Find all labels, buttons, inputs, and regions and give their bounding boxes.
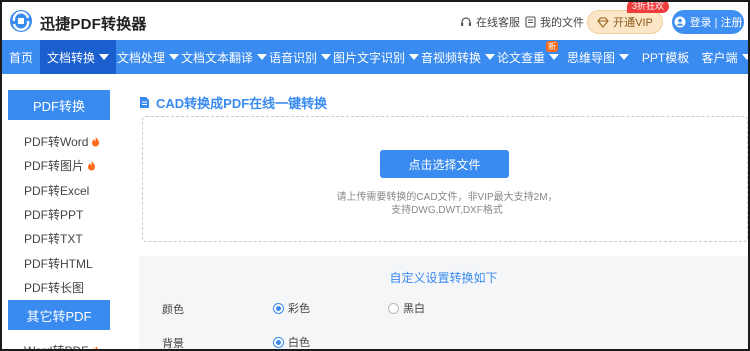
document-icon	[140, 97, 149, 108]
radio-dot[interactable]	[273, 302, 284, 314]
app-window: 迅捷PDF转换器 在线客服 我的文件 开通VIP 3折狂欢 登录 | 注册 首页…	[0, 0, 750, 351]
radio-label: 彩色	[288, 303, 310, 315]
sidebar-item-label: PDF转HTML	[24, 256, 93, 271]
settings-title: 自定义设置转换如下	[389, 271, 498, 285]
fire-icon	[88, 160, 96, 171]
sidebar-item-label: PDF转长图	[24, 280, 85, 295]
upload-dropzone[interactable]	[142, 116, 748, 242]
sidebar-item-2[interactable]: PDF转Excel	[24, 182, 89, 199]
nav-item-label: 论文查重	[497, 50, 546, 65]
nav-item-label: 文档转换	[47, 50, 96, 65]
nav-item-3[interactable]: 文档文本翻译	[180, 40, 268, 74]
nav-item-0[interactable]: 首页	[2, 40, 40, 74]
upload-note-line2: 支持DWG,DWT,DXF格式	[391, 205, 503, 216]
brand-name[interactable]: 迅捷PDF转换器	[40, 13, 147, 34]
sidebar-item-1[interactable]: PDF转图片	[24, 157, 96, 174]
caret-down-icon	[549, 54, 560, 60]
sidebar-item-label: PDF转Word	[24, 135, 89, 149]
sidebar-item-0[interactable]: Word转PDF	[24, 342, 100, 351]
caret-down-icon	[741, 54, 748, 60]
sidebar-section-to-pdf[interactable]: 其它转PDF	[8, 300, 110, 330]
sidebar-item-label: PDF转TXT	[24, 232, 83, 247]
login-register-label: 登录 | 注册	[689, 17, 743, 29]
radio-dot[interactable]	[388, 302, 399, 314]
sidebar-item-4[interactable]: PDF转TXT	[24, 230, 83, 247]
sidebar-item-3[interactable]: PDF转PPT	[24, 206, 83, 223]
radio-dot[interactable]	[273, 336, 284, 348]
main-nav: 首页 文档转换 文档处理 文档文本翻译 语音识别 图片文字识别 音视频转换 论文查重新思维导图…	[2, 40, 748, 74]
color-radio-bw[interactable]: 黑白	[388, 300, 425, 316]
nav-item-label: PPT模板	[641, 50, 690, 65]
nav-item-label: 音视频转换	[421, 50, 482, 65]
caret-down-icon	[409, 54, 420, 60]
headset-icon	[461, 17, 471, 26]
radio-label: 黑白	[403, 303, 425, 315]
background-radio-white[interactable]: 白色	[273, 334, 310, 349]
my-files-label: 我的文件	[540, 17, 584, 29]
nav-item-label: 文档处理	[117, 50, 166, 65]
nav-item-7[interactable]: 论文查重新	[496, 40, 560, 74]
nav-item-2[interactable]: 文档处理	[116, 40, 180, 74]
nav-item-label: 图片文字识别	[333, 50, 406, 65]
sidebar-item-label: PDF转图片	[24, 159, 85, 174]
fire-icon	[93, 345, 99, 349]
nav-item-label: 思维导图	[567, 50, 616, 65]
nav-item-6[interactable]: 音视频转换	[420, 40, 496, 74]
new-badge: 新	[546, 41, 559, 52]
caret-down-icon	[321, 54, 332, 60]
color-option-label: 颜色	[162, 304, 184, 316]
caret-down-icon	[257, 54, 268, 60]
sidebar-item-5[interactable]: PDF转HTML	[24, 255, 93, 272]
my-files-link[interactable]: 我的文件	[525, 14, 584, 30]
sidebar-item-6[interactable]: PDF转长图	[24, 279, 84, 296]
nav-item-label: 首页	[9, 50, 34, 65]
file-icon	[525, 16, 536, 28]
vip-label: 开通VIP	[613, 17, 653, 29]
nav-item-10[interactable]: 客户端	[695, 40, 748, 74]
nav-item-9[interactable]: PPT模板	[636, 40, 695, 74]
nav-item-label: 文档文本翻译	[181, 50, 254, 65]
customer-service-label: 在线客服	[476, 17, 520, 29]
sidebar-item-label: PDF转Excel	[24, 183, 90, 198]
nav-item-label: 客户端	[701, 50, 738, 65]
caret-down-icon	[169, 54, 180, 60]
page-title: CAD转换成PDF在线一键转换	[139, 93, 327, 112]
sidebar-item-label: PDF转PPT	[24, 207, 84, 222]
nav-item-5[interactable]: 图片文字识别	[332, 40, 420, 74]
caret-down-icon	[485, 54, 496, 60]
diamond-icon	[597, 16, 609, 28]
nav-item-1[interactable]: 文档转换	[40, 40, 117, 74]
login-register-button[interactable]: 登录 | 注册	[672, 10, 744, 34]
page-title-text: CAD转换成PDF在线一键转换	[156, 96, 328, 111]
caret-down-icon	[619, 54, 630, 60]
sidebar-item-0[interactable]: PDF转Word	[24, 133, 100, 150]
nav-item-4[interactable]: 语音识别	[268, 40, 332, 74]
caret-down-icon	[99, 54, 110, 60]
user-icon	[674, 16, 685, 28]
vip-button[interactable]: 开通VIP	[587, 10, 663, 34]
sidebar-section-pdf-convert[interactable]: PDF转换	[8, 90, 110, 120]
sidebar-item-label: Word转PDF	[24, 344, 89, 351]
fire-icon	[92, 136, 100, 147]
nav-item-8[interactable]: 思维导图	[560, 40, 636, 74]
color-radio-color[interactable]: 彩色	[273, 300, 310, 316]
vip-promo-badge: 3折狂欢	[627, 2, 670, 13]
background-option-label: 背景	[162, 338, 184, 350]
logo-icon[interactable]	[8, 9, 34, 33]
choose-file-button[interactable]: 点击选择文件	[380, 150, 509, 178]
top-header: 迅捷PDF转换器 在线客服 我的文件 开通VIP 3折狂欢 登录 | 注册	[2, 2, 748, 40]
radio-label: 白色	[288, 337, 310, 349]
nav-item-label: 语音识别	[269, 50, 318, 65]
customer-service-link[interactable]: 在线客服	[460, 14, 520, 30]
